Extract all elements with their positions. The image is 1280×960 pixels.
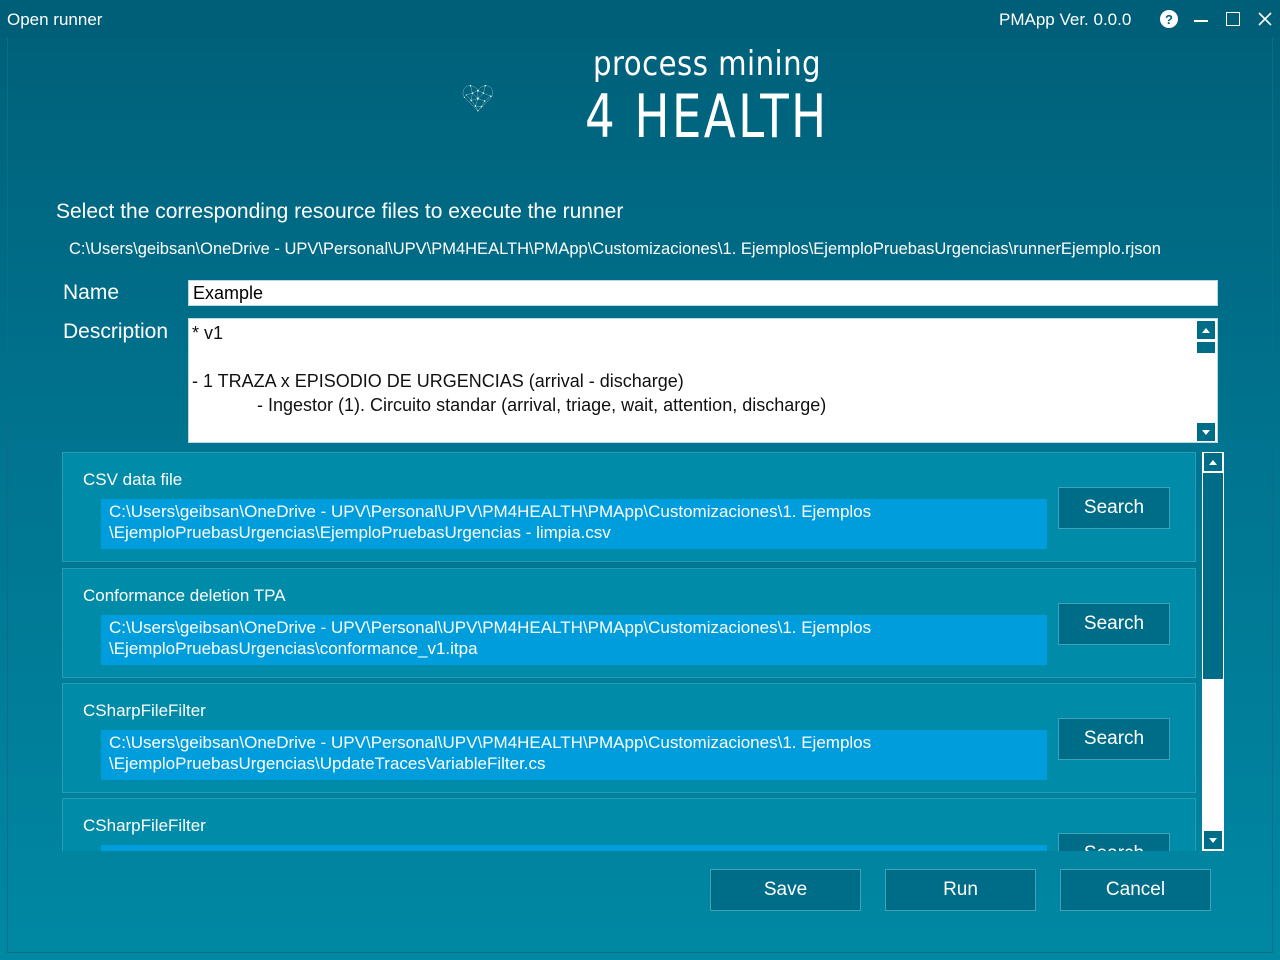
resource-card: CSharpFileFilter Search xyxy=(62,798,1196,851)
resource-title: Conformance deletion TPA xyxy=(83,586,286,605)
app-version: PMApp Ver. 0.0.0 xyxy=(999,10,1132,29)
description-text: * v1 - 1 TRAZA x EPISODIO DE URGENCIAS (… xyxy=(192,323,827,415)
scroll-down-button[interactable] xyxy=(1197,423,1215,441)
description-textarea[interactable]: * v1 - 1 TRAZA x EPISODIO DE URGENCIAS (… xyxy=(188,318,1218,443)
resource-title: CSharpFileFilter xyxy=(83,816,206,835)
help-icon: ? xyxy=(1160,10,1178,28)
scroll-down-button[interactable] xyxy=(1204,831,1222,849)
close-icon xyxy=(1258,12,1272,26)
resource-title: CSV data file xyxy=(83,470,183,489)
run-button[interactable]: Run xyxy=(885,869,1036,911)
description-scrollbar[interactable] xyxy=(1196,320,1216,442)
runner-file-path: C:\Users\geibsan\OneDrive - UPV\Personal… xyxy=(69,240,1161,258)
resource-list[interactable]: CSV data file C:\Users\geibsan\OneDrive … xyxy=(62,452,1196,851)
resource-list-scrollbar[interactable] xyxy=(1202,452,1224,851)
minimize-icon xyxy=(1194,20,1208,22)
cancel-button[interactable]: Cancel xyxy=(1060,869,1211,911)
resource-card: Conformance deletion TPA C:\Users\geibsa… xyxy=(62,568,1196,678)
resource-card: CSharpFileFilter C:\Users\geibsan\OneDri… xyxy=(62,683,1196,793)
logo-text-4-health: 4 HEALTH xyxy=(585,82,829,152)
scroll-down-icon xyxy=(1202,429,1210,435)
maximize-button[interactable] xyxy=(1221,7,1245,31)
resource-path-field[interactable]: C:\Users\geibsan\OneDrive - UPV\Personal… xyxy=(101,499,1047,549)
scroll-up-button[interactable] xyxy=(1204,453,1222,471)
description-label: Description xyxy=(63,320,169,343)
scroll-up-icon xyxy=(1209,459,1217,465)
resource-card: CSV data file C:\Users\geibsan\OneDrive … xyxy=(62,452,1196,562)
search-button[interactable]: Search xyxy=(1058,833,1170,851)
resource-path-field[interactable] xyxy=(101,845,1047,851)
instruction-text: Select the corresponding resource files … xyxy=(56,200,624,223)
close-button[interactable] xyxy=(1253,7,1277,31)
search-button[interactable]: Search xyxy=(1058,603,1170,645)
name-label: Name xyxy=(63,281,120,304)
logo-text-process-mining: process mining xyxy=(593,44,822,84)
heart-network-logo-icon xyxy=(462,85,493,112)
resource-path-field[interactable]: C:\Users\geibsan\OneDrive - UPV\Personal… xyxy=(101,615,1047,665)
title-bar[interactable]: Open runner PMApp Ver. 0.0.0 ? xyxy=(0,0,1280,38)
resource-title: CSharpFileFilter xyxy=(83,701,206,720)
scroll-up-button[interactable] xyxy=(1197,321,1215,339)
scroll-down-icon xyxy=(1209,837,1217,843)
scroll-thumb[interactable] xyxy=(1197,342,1215,353)
search-button[interactable]: Search xyxy=(1058,487,1170,529)
window-title: Open runner xyxy=(7,10,103,29)
resource-path-field[interactable]: C:\Users\geibsan\OneDrive - UPV\Personal… xyxy=(101,730,1047,780)
minimize-button[interactable] xyxy=(1189,7,1213,31)
name-input[interactable] xyxy=(188,280,1218,306)
save-button[interactable]: Save xyxy=(710,869,861,911)
scroll-up-icon xyxy=(1202,327,1210,333)
search-button[interactable]: Search xyxy=(1058,718,1170,760)
scroll-thumb[interactable] xyxy=(1203,473,1223,679)
help-button[interactable]: ? xyxy=(1157,7,1181,31)
maximize-icon xyxy=(1226,12,1240,26)
